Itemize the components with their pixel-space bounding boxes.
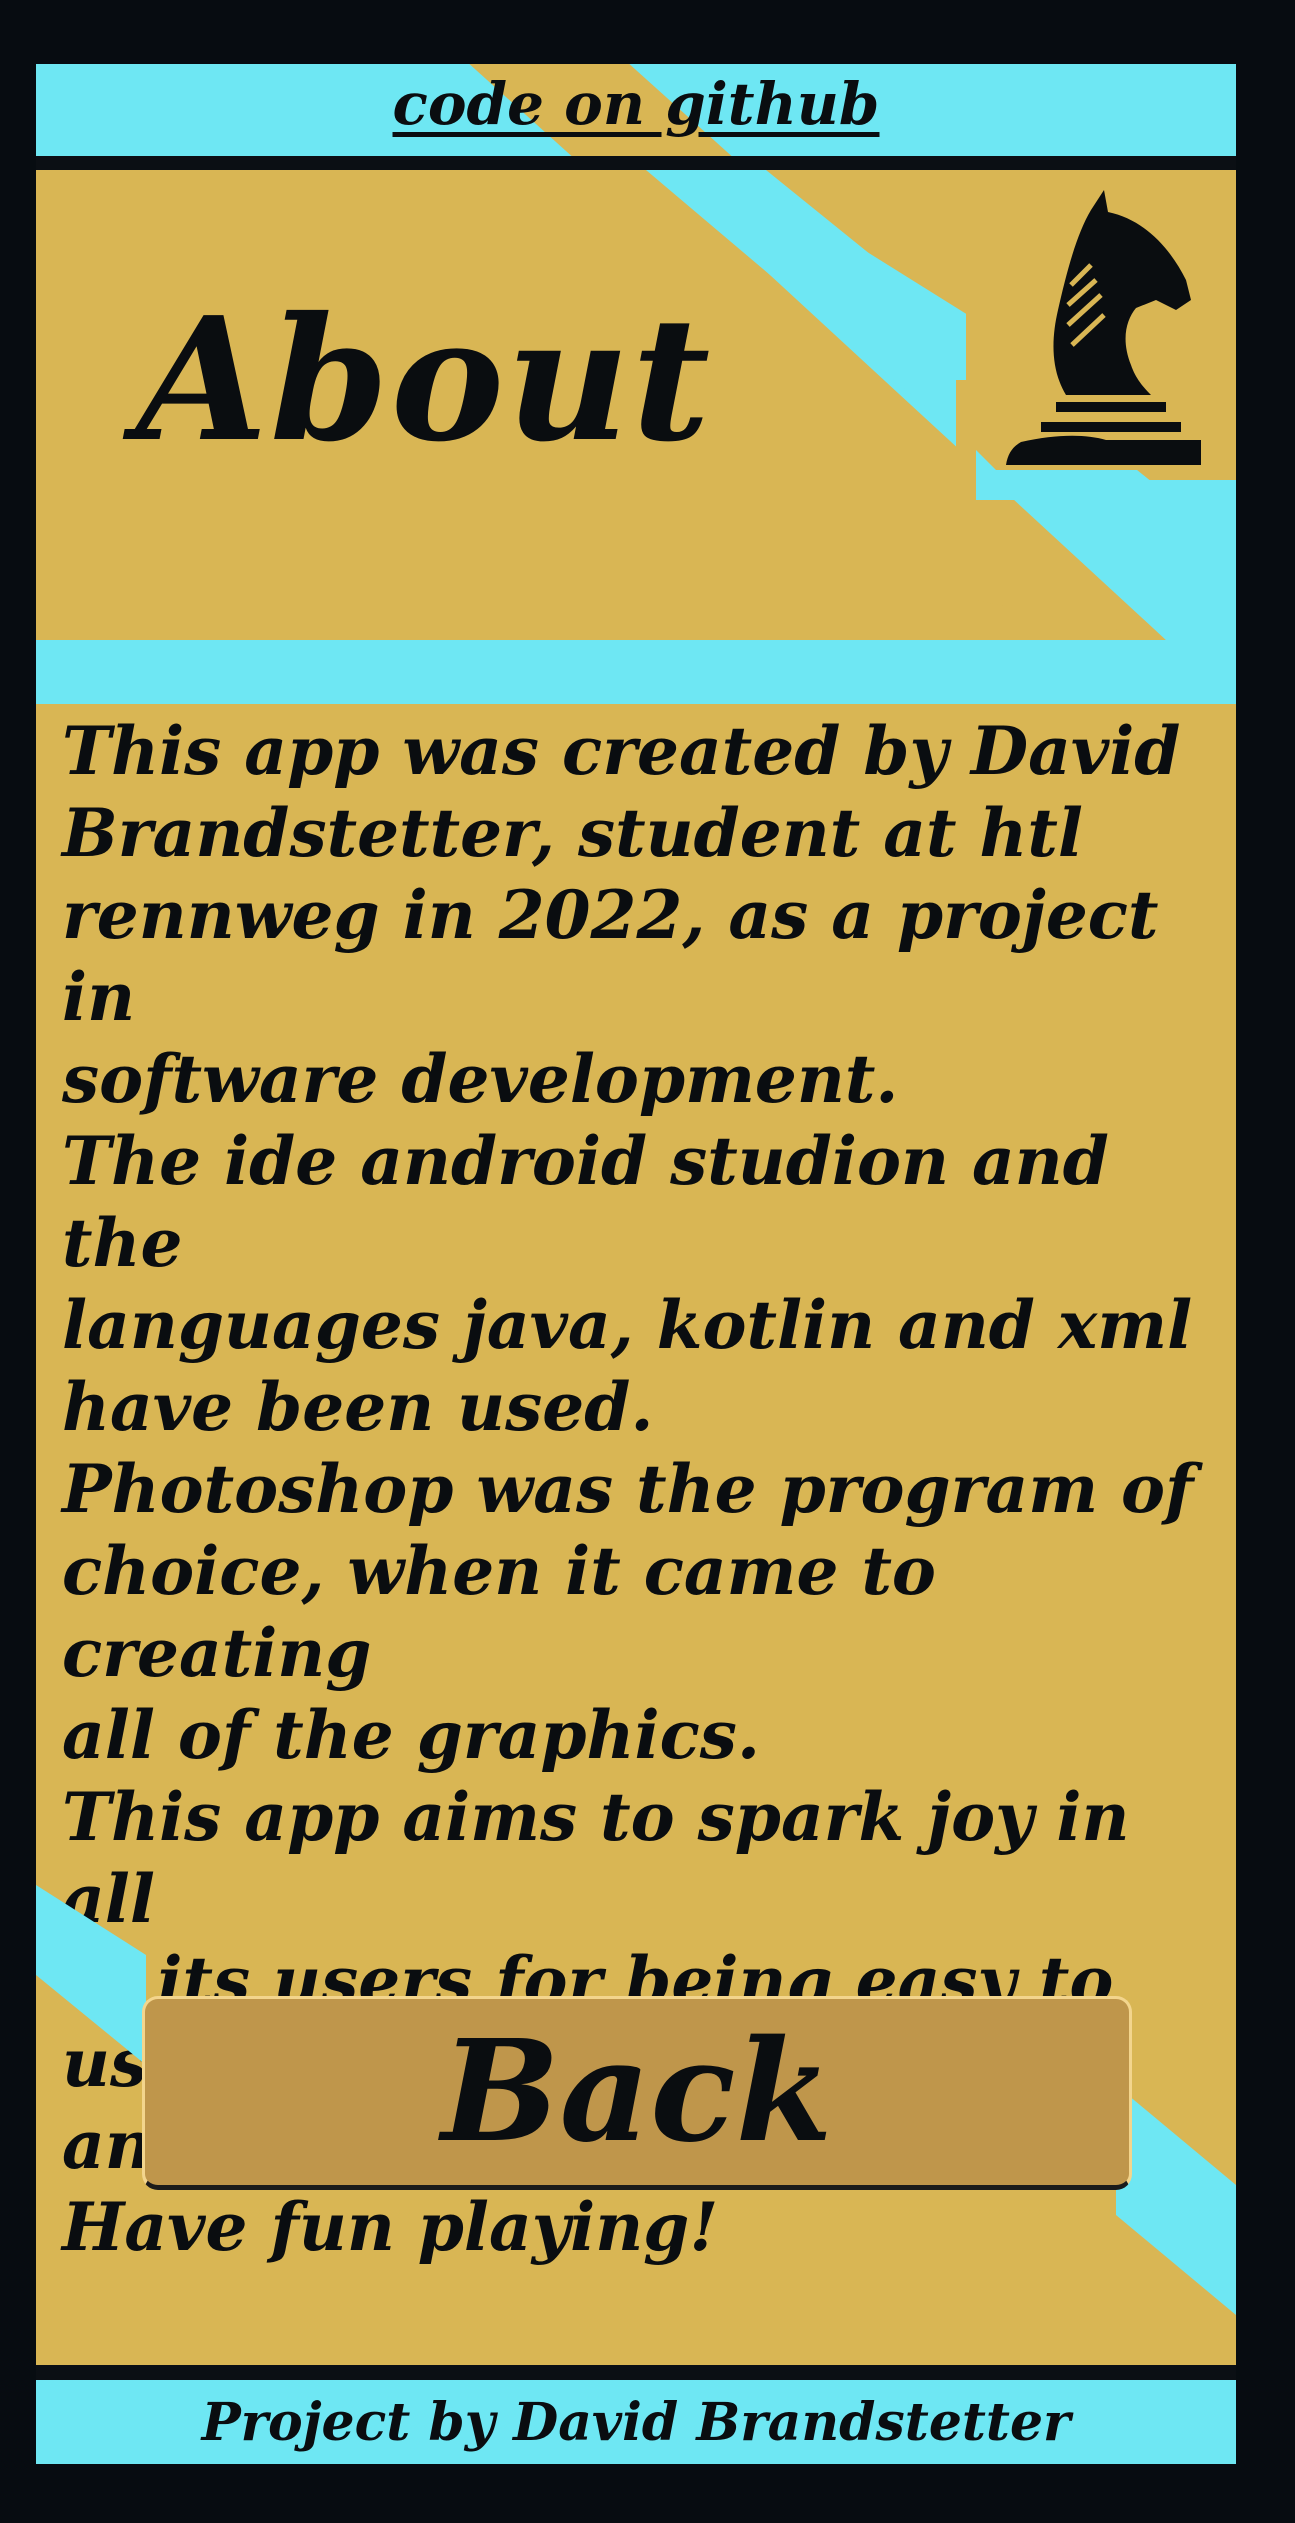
page-title: About [136, 280, 713, 480]
top-bar: code on github [36, 64, 1236, 156]
cyan-band [36, 640, 1236, 704]
bottom-right-stripe [1116, 2085, 1236, 2315]
github-link[interactable]: code on github [36, 70, 1236, 138]
header-panel: About [36, 170, 1236, 640]
back-button[interactable]: Back [142, 1996, 1132, 2190]
bottom-left-stripe [36, 1885, 146, 2065]
main-content: About This app was created by David Bran… [36, 170, 1236, 2365]
footer-credit: Project by David Brandstetter [36, 2380, 1236, 2464]
chess-knight-icon [1006, 190, 1201, 465]
